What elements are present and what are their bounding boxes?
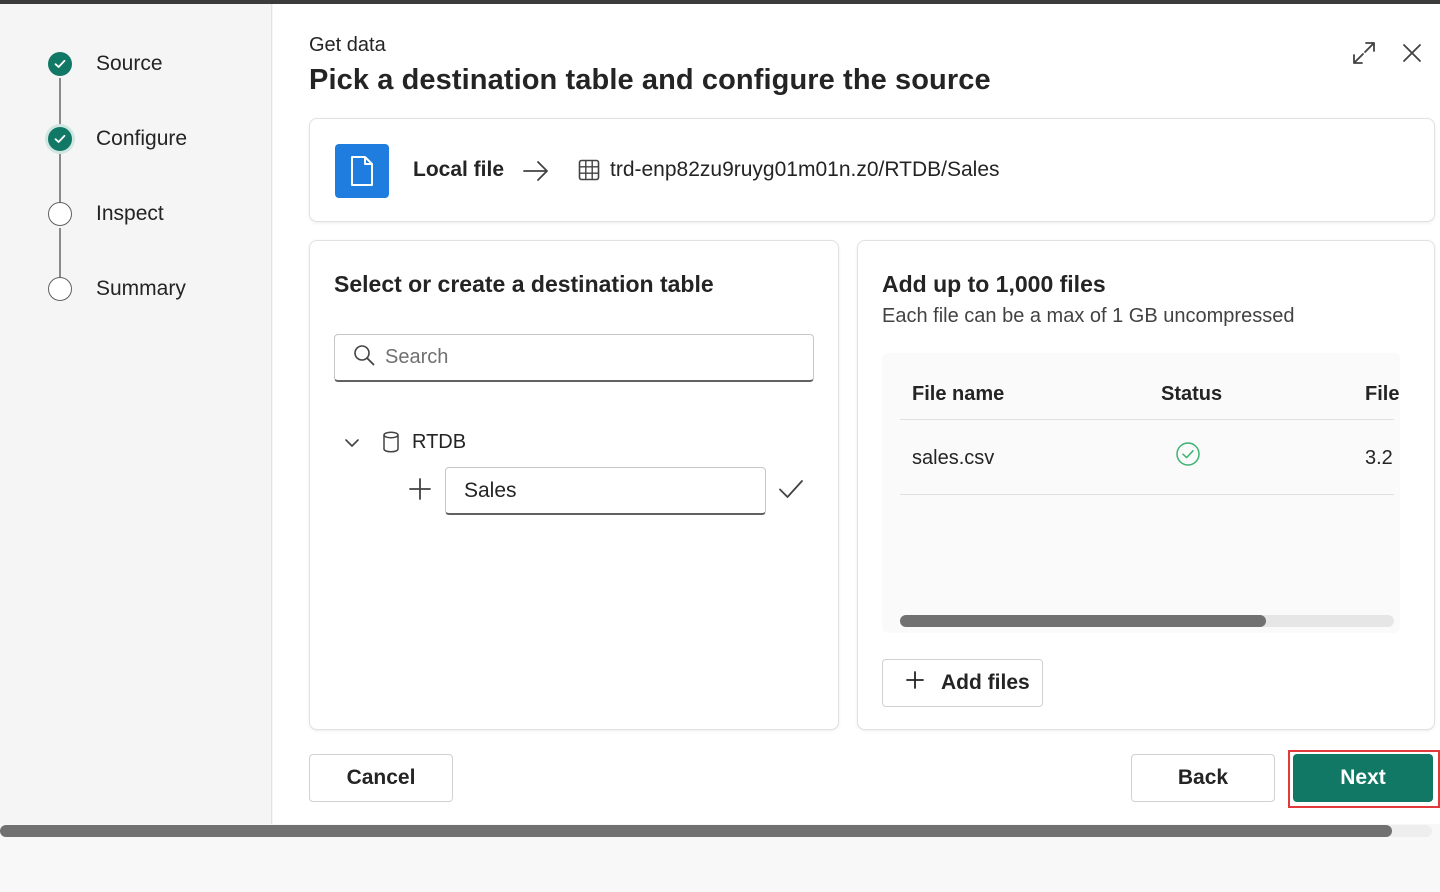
step-label: Summary bbox=[96, 277, 186, 300]
file-size-cell: 3.2 bbox=[1365, 447, 1393, 469]
table-icon bbox=[578, 159, 600, 186]
page-scrollbar-thumb[interactable] bbox=[0, 825, 1392, 837]
step-inspect: Inspect bbox=[48, 202, 164, 226]
plus-icon[interactable] bbox=[408, 477, 432, 506]
column-header-status[interactable]: Status bbox=[1161, 383, 1222, 406]
table-scrollbar-thumb[interactable] bbox=[900, 615, 1266, 627]
step-label: Source bbox=[96, 52, 163, 75]
step-connector bbox=[59, 78, 61, 130]
source-destination-bar: Local file trd-enp82zu9ruyg01m01n.z0/RTD… bbox=[309, 118, 1435, 222]
plus-icon bbox=[905, 670, 925, 696]
destination-path: trd-enp82zu9ruyg01m01n.z0/RTDB/Sales bbox=[610, 158, 1000, 181]
column-header-file-name[interactable]: File name bbox=[912, 383, 1004, 406]
empty-circle-icon bbox=[48, 202, 72, 226]
expand-icon[interactable] bbox=[1351, 40, 1377, 66]
step-configure: Configure bbox=[48, 127, 187, 151]
step-connector bbox=[59, 228, 61, 280]
table-divider bbox=[900, 494, 1394, 495]
search-placeholder: Search bbox=[385, 346, 449, 368]
panel-subtitle: Each file can be a max of 1 GB uncompres… bbox=[882, 305, 1295, 327]
file-name-cell: sales.csv bbox=[912, 447, 995, 469]
panel-title: Select or create a destination table bbox=[334, 271, 714, 297]
chevron-down-icon[interactable] bbox=[344, 435, 360, 456]
step-connector bbox=[59, 153, 61, 205]
checkmark-icon bbox=[48, 127, 72, 151]
arrow-right-icon bbox=[522, 159, 550, 188]
search-icon bbox=[353, 344, 375, 371]
panel-title: Add up to 1,000 files bbox=[882, 271, 1106, 297]
add-files-panel: Add up to 1,000 files Each file can be a… bbox=[857, 240, 1435, 730]
file-icon bbox=[335, 144, 389, 198]
stepper-sidebar: Source Configure Inspect Summary bbox=[0, 4, 272, 824]
destination-table-panel: Select or create a destination table Sea… bbox=[309, 240, 839, 730]
step-label: Configure bbox=[96, 127, 188, 150]
checkmark-icon bbox=[48, 52, 72, 76]
dialog-title: Pick a destination table and configure t… bbox=[309, 64, 991, 96]
step-source: Source bbox=[48, 52, 163, 76]
step-summary: Summary bbox=[48, 277, 186, 301]
checkmark-icon[interactable] bbox=[778, 477, 804, 506]
source-label: Local file bbox=[413, 158, 505, 181]
files-table: File name Status File s sales.csv 3.2 bbox=[882, 353, 1400, 633]
cancel-button[interactable]: Cancel bbox=[309, 754, 453, 802]
empty-circle-icon bbox=[48, 277, 72, 301]
get-data-dialog: Get data Pick a destination table and co… bbox=[273, 4, 1440, 824]
search-input[interactable]: Search bbox=[334, 334, 814, 382]
dialog-subtitle: Get data bbox=[309, 34, 386, 56]
column-header-file-size[interactable]: File s bbox=[1365, 383, 1400, 406]
database-tree-node[interactable]: RTDB bbox=[412, 431, 466, 454]
step-label: Inspect bbox=[96, 202, 164, 225]
add-files-label: Add files bbox=[941, 671, 1030, 694]
database-icon bbox=[382, 431, 400, 458]
close-icon[interactable] bbox=[1399, 40, 1425, 66]
back-button[interactable]: Back bbox=[1131, 754, 1275, 802]
new-table-name-input[interactable]: Sales bbox=[445, 467, 766, 515]
next-button-highlight bbox=[1288, 750, 1440, 808]
success-check-icon bbox=[1175, 441, 1201, 473]
add-files-button[interactable]: Add files bbox=[882, 659, 1043, 707]
table-divider bbox=[900, 419, 1394, 420]
